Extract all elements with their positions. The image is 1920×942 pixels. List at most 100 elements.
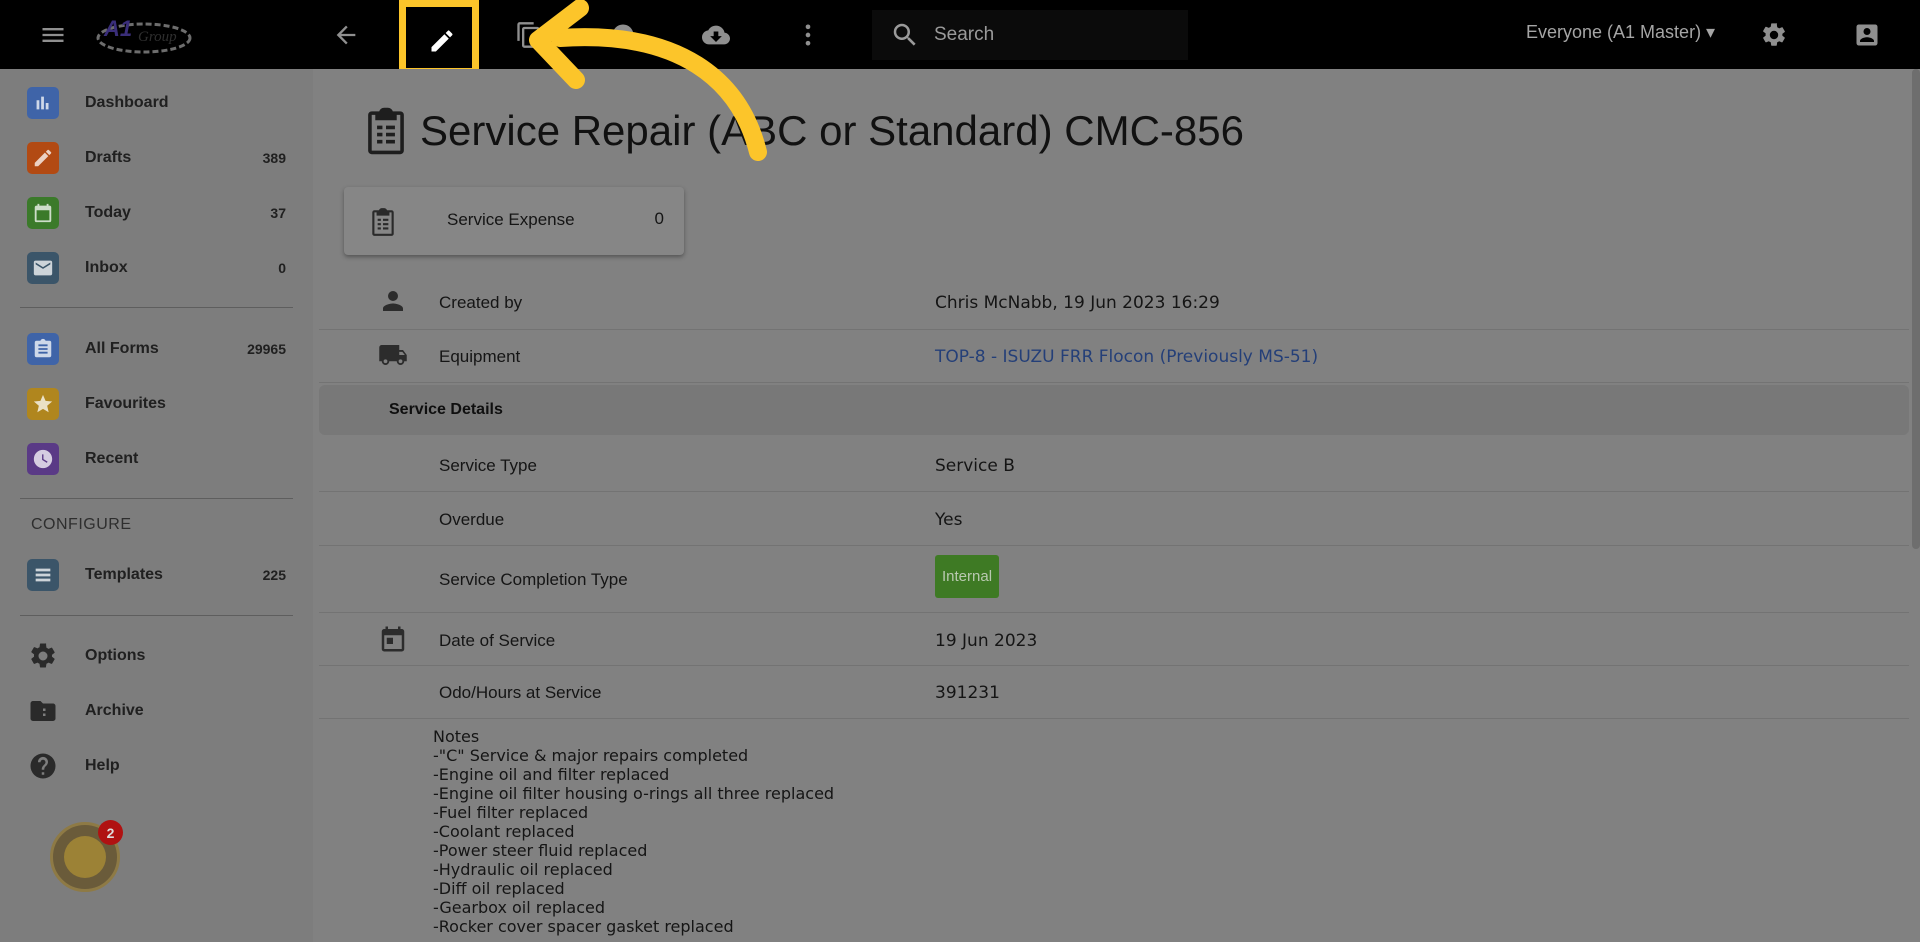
sidebar-item-count: 29965 xyxy=(247,341,286,357)
search-input[interactable] xyxy=(934,24,1164,46)
sidebar-item-label: Favourites xyxy=(85,395,166,412)
settings-gear-icon[interactable] xyxy=(1750,11,1798,59)
notes-line: -Fuel filter replaced xyxy=(433,803,589,822)
calendar-icon xyxy=(378,624,410,656)
vertical-scrollbar[interactable] xyxy=(1912,69,1920,549)
field-value: 391231 xyxy=(935,683,1000,703)
sidebar-item-templates[interactable]: Templates 225 xyxy=(0,550,313,600)
notes-line: -Engine oil filter housing o-rings all t… xyxy=(433,784,835,803)
form-detail-view: Service Repair (ABC or Standard) CMC-856… xyxy=(313,69,1920,942)
workspace-selector[interactable]: Everyone (A1 Master) ▾ xyxy=(1526,22,1715,43)
person-icon xyxy=(378,286,410,318)
equipment-link[interactable]: TOP-8 - ISUZU FRR Flocon (Previously MS-… xyxy=(935,347,1318,367)
sidebar-item-dashboard[interactable]: Dashboard xyxy=(0,78,313,128)
field-row-overdue: Overdue Yes xyxy=(319,492,1909,546)
sidebar-item-archive[interactable]: Archive xyxy=(0,686,313,736)
edit-button[interactable] xyxy=(399,0,479,75)
clock-icon xyxy=(27,443,59,475)
edit-pencil-icon xyxy=(431,30,453,52)
sidebar-item-label: Drafts xyxy=(85,149,132,166)
copy-icon[interactable] xyxy=(505,11,553,59)
notes-line: -Hydraulic oil replaced xyxy=(433,860,613,879)
service-expense-count: 0 xyxy=(654,209,664,228)
field-row-created-by: Created by Chris McNabb, 19 Jun 2023 16:… xyxy=(319,275,1909,330)
field-value: 19 Jun 2023 xyxy=(935,631,1038,651)
notes-line: -Rocker cover spacer gasket replaced xyxy=(433,917,734,936)
sidebar-item-label: All Forms xyxy=(85,340,159,357)
field-row-date-of-service: Date of Service 19 Jun 2023 xyxy=(319,613,1909,666)
list-icon xyxy=(27,559,59,591)
notification-badge: 2 xyxy=(98,820,123,845)
sidebar: Dashboard Drafts 389 Today 37 Inbox 0 Al… xyxy=(0,69,313,942)
cloud-download-icon[interactable] xyxy=(692,11,740,59)
notes-label: Notes xyxy=(433,727,480,746)
account-box-icon[interactable] xyxy=(1843,11,1891,59)
sidebar-item-favourites[interactable]: Favourites xyxy=(0,379,313,429)
search-bar[interactable] xyxy=(872,10,1188,60)
svg-text:Group: Group xyxy=(138,29,177,45)
pencil-icon xyxy=(27,142,59,174)
more-vert-icon[interactable] xyxy=(784,11,832,59)
robot-icon xyxy=(64,836,106,878)
star-icon xyxy=(27,388,59,420)
section-header-service-details: Service Details xyxy=(319,385,1909,435)
sidebar-item-drafts[interactable]: Drafts 389 xyxy=(0,133,313,183)
status-badge: Internal xyxy=(935,555,1000,598)
sidebar-item-help[interactable]: Help xyxy=(0,741,313,791)
history-icon[interactable] xyxy=(599,11,647,59)
field-row-service-type: Service Type Service B xyxy=(319,438,1909,492)
sidebar-item-label: Today xyxy=(85,204,131,221)
field-label: Overdue xyxy=(439,510,505,529)
sidebar-item-count: 225 xyxy=(262,567,286,583)
sidebar-item-count: 389 xyxy=(262,150,286,166)
section-title: Service Details xyxy=(389,401,503,418)
sidebar-item-label: Inbox xyxy=(85,259,128,276)
search-icon xyxy=(893,23,916,46)
notes-line: -Diff oil replaced xyxy=(433,879,565,898)
sidebar-item-label: Templates xyxy=(85,566,163,583)
sidebar-item-recent[interactable]: Recent xyxy=(0,434,313,484)
field-label: Equipment xyxy=(439,347,521,366)
field-label: Service Completion Type xyxy=(439,570,628,589)
sidebar-item-today[interactable]: Today 37 xyxy=(0,188,313,238)
top-toolbar: A1 Group Everyone (A1 Master) ▾ xyxy=(0,0,1920,75)
field-row-equipment: Equipment TOP-8 - ISUZU FRR Flocon (Prev… xyxy=(319,330,1909,383)
truck-icon xyxy=(378,340,410,372)
mail-icon xyxy=(27,252,59,284)
sidebar-divider xyxy=(20,307,293,308)
clipboard-icon xyxy=(27,333,59,365)
service-expense-card[interactable]: Service Expense 0 xyxy=(344,187,684,255)
sidebar-item-label: Help xyxy=(85,757,120,774)
back-arrow-icon[interactable] xyxy=(322,11,370,59)
help-icon xyxy=(27,750,59,782)
field-label: Service Type xyxy=(439,456,537,475)
field-label: Created by xyxy=(439,293,523,312)
field-label: Odo/Hours at Service xyxy=(439,683,602,702)
sidebar-item-options[interactable]: Options xyxy=(0,631,313,681)
clipboard-list-icon xyxy=(370,207,396,237)
company-logo[interactable]: A1 Group xyxy=(94,14,194,56)
page-title: Service Repair (ABC or Standard) CMC-856 xyxy=(420,107,1244,154)
notes-line: -Gearbox oil replaced xyxy=(433,898,606,917)
configure-section-header: CONFIGURE xyxy=(31,516,132,533)
field-value: Yes xyxy=(935,510,963,530)
sidebar-item-count: 37 xyxy=(270,205,286,221)
sidebar-item-label: Dashboard xyxy=(85,94,169,111)
field-value: Service B xyxy=(935,456,1015,476)
field-value: Chris McNabb, 19 Jun 2023 16:29 xyxy=(935,293,1220,313)
bar-chart-icon xyxy=(27,87,59,119)
svg-text:A1: A1 xyxy=(103,16,132,41)
notes-line: -Engine oil and filter replaced xyxy=(433,765,670,784)
sidebar-divider xyxy=(20,498,293,499)
menu-icon[interactable] xyxy=(29,11,77,59)
sidebar-item-all-forms[interactable]: All Forms 29965 xyxy=(0,324,313,374)
clipboard-icon xyxy=(364,106,408,156)
archive-folder-icon xyxy=(27,695,59,727)
gear-icon xyxy=(27,640,59,672)
field-row-completion-type: Service Completion Type Internal xyxy=(319,546,1909,613)
service-expense-label: Service Expense xyxy=(447,210,575,229)
sidebar-item-label: Recent xyxy=(85,450,139,467)
sidebar-item-label: Options xyxy=(85,647,146,664)
notes-line: -"C" Service & major repairs completed xyxy=(433,746,749,765)
sidebar-item-inbox[interactable]: Inbox 0 xyxy=(0,243,313,293)
